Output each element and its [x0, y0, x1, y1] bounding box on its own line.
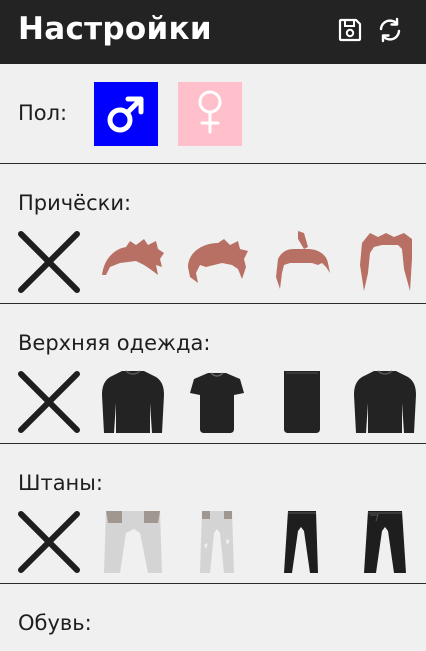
- t-shirt-icon: [190, 372, 244, 433]
- refresh-icon[interactable]: [376, 16, 404, 44]
- outerwear-none-option[interactable]: [16, 369, 82, 435]
- divider: [0, 163, 426, 164]
- hairstyles-label: Причёски:: [18, 191, 132, 215]
- floppy-disk-icon[interactable]: [336, 16, 364, 44]
- hairstyle-option-1[interactable]: [100, 229, 166, 295]
- pants-option-4[interactable]: [352, 509, 418, 575]
- page-title: Настройки: [18, 11, 212, 47]
- male-symbol-icon: [107, 96, 144, 133]
- pants-none-option[interactable]: [16, 509, 82, 575]
- close-icon: [18, 231, 80, 293]
- outerwear-option-4[interactable]: [352, 369, 418, 435]
- hair-style-4-icon: [360, 233, 412, 291]
- black-pants-icon: [284, 511, 318, 573]
- light-ripped-jeans-icon: [200, 511, 234, 573]
- divider: [0, 303, 426, 304]
- hairstyle-none-option[interactable]: [16, 229, 82, 295]
- pants-label: Штаны:: [18, 471, 103, 495]
- pants-option-2[interactable]: [184, 509, 250, 575]
- pants-option-3[interactable]: [268, 509, 334, 575]
- shoes-label: Обувь:: [18, 611, 92, 635]
- hair-style-2-icon: [188, 239, 248, 283]
- male-option[interactable]: [94, 82, 158, 146]
- gender-label: Пол:: [18, 101, 68, 125]
- hair-style-3-icon: [276, 231, 330, 289]
- hairstyle-option-4[interactable]: [352, 229, 418, 295]
- jacket-icon: [354, 370, 416, 433]
- hair-style-1-icon: [102, 239, 164, 275]
- tank-top-icon: [284, 371, 320, 433]
- outerwear-label: Верхняя одежда:: [18, 331, 211, 355]
- pants-option-1[interactable]: [100, 509, 166, 575]
- settings-header: Настройки: [0, 0, 426, 64]
- hairstyle-option-2[interactable]: [184, 229, 250, 295]
- female-option[interactable]: [178, 82, 242, 146]
- close-icon: [18, 511, 80, 573]
- black-jeans-icon: [364, 511, 406, 573]
- outerwear-option-1[interactable]: [100, 369, 166, 435]
- outerwear-option-3[interactable]: [268, 369, 334, 435]
- divider: [0, 443, 426, 444]
- long-sleeve-shirt-icon: [102, 370, 164, 433]
- divider: [0, 583, 426, 584]
- close-icon: [18, 371, 80, 433]
- hairstyle-option-3[interactable]: [268, 229, 334, 295]
- female-symbol-icon: [198, 90, 222, 134]
- outerwear-option-2[interactable]: [184, 369, 250, 435]
- light-jeans-icon: [104, 511, 162, 573]
